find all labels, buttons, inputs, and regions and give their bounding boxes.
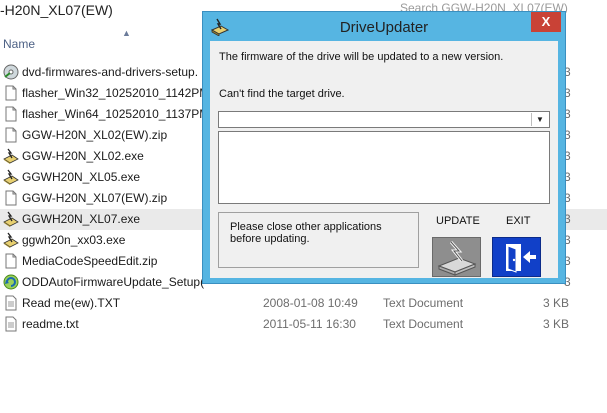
file-name: ggwh20n_xx03.exe — [22, 233, 126, 247]
status-message: Can't find the target drive. — [219, 88, 345, 100]
chevron-down-icon[interactable]: ▼ — [531, 113, 548, 126]
file-name: readme.txt — [22, 317, 79, 331]
file-type: Text Document — [383, 317, 464, 331]
file-date: 2008-01-08 10:49 — [263, 296, 358, 310]
file-name: GGW-H20N_XL02.exe — [22, 149, 144, 163]
file-size: 3 KB — [542, 317, 569, 331]
drive-list-box[interactable] — [218, 131, 550, 204]
close-button[interactable]: X — [531, 12, 561, 32]
file-name: Read me(ew).TXT — [22, 296, 121, 310]
file-name: GGWH20N_XL07.exe — [22, 212, 141, 226]
drive-updater-icon — [3, 148, 19, 164]
file-name: GGW-H20N_XL02(EW).zip — [22, 128, 168, 142]
file-name: flasher_Win32_10252010_1142PM.z — [22, 86, 219, 100]
file-row[interactable]: readme.txt 2011-05-11 16:30 Text Document 3… — [0, 314, 607, 335]
file-name: GGWH20N_XL05.exe — [22, 170, 141, 184]
column-name-header[interactable]: Name — [3, 37, 35, 51]
sort-ascending-icon: ▲ — [122, 28, 131, 38]
file-name: MediaCodeSpeedEdit.zip — [22, 254, 158, 268]
firmware-message: The firmware of the drive will be update… — [219, 51, 504, 63]
drive-updater-icon — [3, 211, 19, 227]
document-icon — [3, 190, 19, 206]
file-name: GGW-H20N_XL07(EW).zip — [22, 191, 168, 205]
target-drive-select[interactable]: ▼ — [218, 111, 550, 128]
drive-updater-icon — [3, 232, 19, 248]
file-name: dvd-firmwares-and-drivers-setup. — [22, 65, 199, 79]
document-icon — [3, 85, 19, 101]
exit-door-icon — [506, 244, 536, 273]
drive-updater-icon — [3, 169, 19, 185]
document-icon — [3, 127, 19, 143]
note-text: Please close other applications before u… — [230, 221, 382, 245]
file-row[interactable]: Read me(ew).TXT 2008-01-08 10:49 Text Docu… — [0, 293, 607, 314]
dialog-title-bar[interactable]: DriveUpdater X — [203, 12, 565, 40]
file-name: flasher_Win64_10252010_1137PM.z — [22, 107, 219, 121]
exit-label: EXIT — [506, 215, 531, 227]
setup-disc-icon — [3, 64, 19, 80]
document-icon — [3, 253, 19, 269]
update-button[interactable] — [432, 237, 481, 277]
file-date: 2011-05-11 16:30 — [263, 317, 356, 331]
text-file-icon — [3, 316, 19, 332]
text-file-icon — [3, 295, 19, 311]
file-size: 3 KB — [542, 296, 569, 310]
dialog-client-area: The firmware of the drive will be update… — [210, 41, 558, 278]
document-icon — [3, 106, 19, 122]
update-label: UPDATE — [436, 215, 480, 227]
folder-path: -H20N_XL07(EW) — [0, 2, 113, 18]
file-type: Text Document — [383, 296, 464, 310]
file-name: ODDAutoFirmwareUpdate_Setup( — [22, 275, 205, 289]
close-apps-note: Please close other applications before u… — [218, 212, 419, 268]
dialog-title: DriveUpdater — [339, 19, 429, 36]
auto-update-icon — [3, 274, 19, 290]
flash-drive-icon — [437, 241, 477, 276]
exit-button[interactable] — [492, 237, 541, 277]
drive-updater-dialog: DriveUpdater X The firmware of the drive… — [202, 11, 566, 284]
